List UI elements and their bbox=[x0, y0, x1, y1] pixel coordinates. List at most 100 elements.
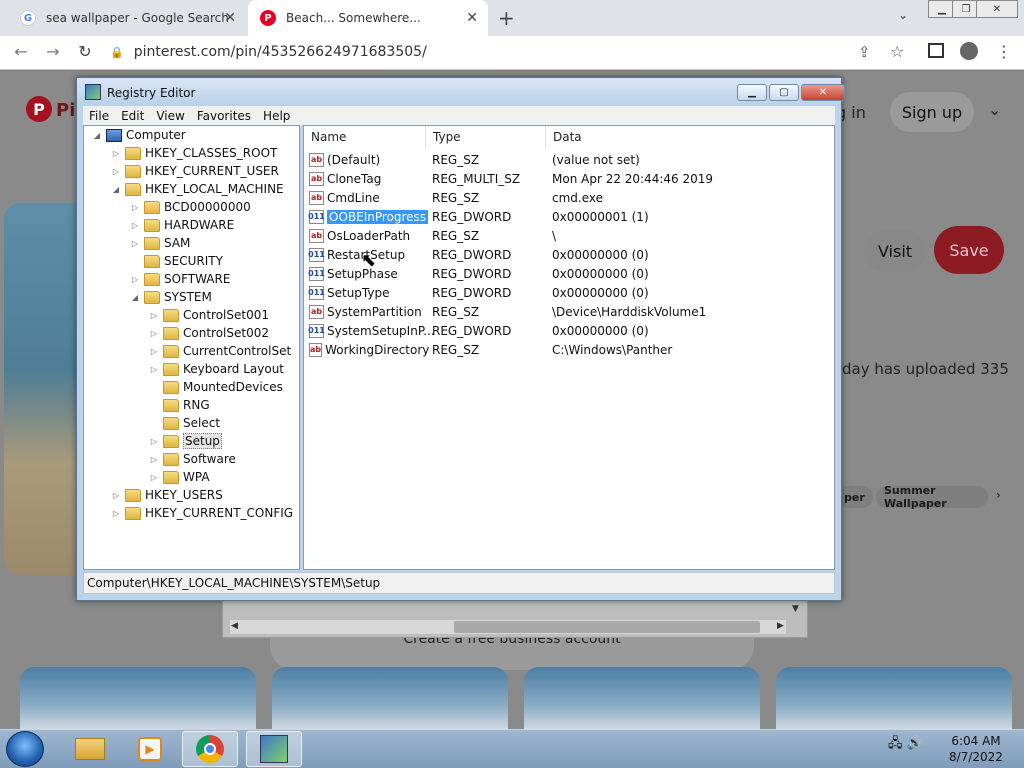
close-icon[interactable]: ✕ bbox=[224, 10, 236, 26]
value-row[interactable]: ab OsLoaderPath REG_SZ \ bbox=[304, 226, 834, 245]
close-icon[interactable]: ✕ bbox=[466, 10, 478, 26]
side-panel-icon[interactable] bbox=[928, 43, 944, 58]
tree-node[interactable]: ▷ HKEY_USERS bbox=[111, 486, 223, 504]
chevron-down-icon[interactable]: ⌄ bbox=[898, 8, 908, 22]
tree-node[interactable]: ◢ SYSTEM bbox=[130, 288, 212, 306]
tree-node[interactable]: ▷ HARDWARE bbox=[130, 216, 234, 234]
expand-icon[interactable]: ▷ bbox=[149, 437, 159, 446]
collapse-icon[interactable]: ◢ bbox=[130, 293, 140, 302]
chrome-taskbar-button[interactable] bbox=[182, 731, 238, 767]
maximize-button[interactable]: ▢ bbox=[769, 84, 799, 101]
expand-icon[interactable]: ▷ bbox=[130, 203, 140, 212]
reload-icon[interactable]: ↻ bbox=[74, 42, 96, 61]
collapse-icon[interactable]: ◢ bbox=[111, 185, 121, 194]
tree-node[interactable]: RNG bbox=[149, 396, 210, 414]
tree-node[interactable]: ▷ HKEY_CURRENT_USER bbox=[111, 162, 279, 180]
expand-icon[interactable]: ▷ bbox=[111, 167, 121, 176]
star-icon[interactable]: ☆ bbox=[890, 42, 904, 61]
expand-icon[interactable]: ▷ bbox=[111, 509, 121, 518]
tree-node[interactable]: ▷ BCD00000000 bbox=[130, 198, 251, 216]
tree-node[interactable]: ▷ Software bbox=[149, 450, 236, 468]
close-window-button[interactable]: ✕ bbox=[976, 0, 1018, 18]
expand-icon[interactable]: ▷ bbox=[149, 329, 159, 338]
explorer-taskbar-button[interactable] bbox=[62, 731, 118, 767]
tree-node[interactable]: ▷ HKEY_CURRENT_CONFIG bbox=[111, 504, 293, 522]
expand-icon[interactable]: ▷ bbox=[111, 491, 121, 500]
volume-icon[interactable]: 🔊 bbox=[907, 736, 923, 751]
column-header-name[interactable]: Name bbox=[304, 126, 426, 148]
menu-edit[interactable]: Edit bbox=[115, 109, 150, 123]
tree-node[interactable]: ▷ SOFTWARE bbox=[130, 270, 231, 288]
topic-chip[interactable]: Summer Wallpaper bbox=[876, 484, 988, 510]
related-pin-thumbnail[interactable] bbox=[776, 667, 1012, 729]
related-pin-thumbnail[interactable] bbox=[20, 667, 256, 729]
visit-button[interactable]: Visit bbox=[864, 230, 926, 272]
collapse-icon[interactable]: ◢ bbox=[92, 131, 102, 140]
expand-icon[interactable]: ▷ bbox=[149, 455, 159, 464]
expand-icon[interactable]: ▷ bbox=[149, 347, 159, 356]
values-list[interactable]: Name Type Data ab (Default) REG_SZ (value n… bbox=[303, 125, 835, 570]
column-header-type[interactable]: Type bbox=[426, 126, 546, 148]
tree-node[interactable]: ▷ Keyboard Layout bbox=[149, 360, 284, 378]
value-row[interactable]: 011 OOBEInProgress REG_DWORD 0x00000001 (1) bbox=[304, 207, 834, 226]
value-row[interactable]: ab SystemPartition REG_SZ \Device\HarddiskV… bbox=[304, 302, 834, 321]
tree-node[interactable]: ▷ Setup bbox=[149, 432, 222, 450]
new-tab-button[interactable]: + bbox=[498, 6, 515, 30]
scroll-left-icon[interactable]: ◀ bbox=[231, 621, 238, 631]
value-row[interactable]: 011 SystemSetupInP... REG_DWORD 0x00000000 … bbox=[304, 321, 834, 340]
expand-icon[interactable]: ▷ bbox=[111, 149, 121, 158]
value-row[interactable]: ab CmdLine REG_SZ cmd.exe bbox=[304, 188, 834, 207]
tree-node[interactable]: ▷ CurrentControlSet bbox=[149, 342, 291, 360]
column-header-data[interactable]: Data bbox=[546, 126, 834, 148]
clock[interactable]: 6:04 AM 8/7/2022 bbox=[936, 733, 1016, 765]
tree-node[interactable]: ▷ SAM bbox=[130, 234, 190, 252]
tree-node[interactable]: ▷ ControlSet001 bbox=[149, 306, 269, 324]
chevron-down-icon[interactable]: ⌄ bbox=[988, 100, 1001, 119]
tree-node[interactable]: ▷ WPA bbox=[149, 468, 210, 486]
dropdown-arrow-icon[interactable]: ▼ bbox=[792, 604, 799, 614]
expand-icon[interactable]: ▷ bbox=[130, 239, 140, 248]
key-tree[interactable]: ◢ Computer ▷ HKEY_CLASSES_ROOT ▷ HKEY_CURRENT… bbox=[83, 125, 300, 570]
value-row[interactable]: ab (Default) REG_SZ (value not set) bbox=[304, 150, 834, 169]
expand-icon[interactable]: ▷ bbox=[130, 275, 140, 284]
expand-icon[interactable]: ▷ bbox=[130, 221, 140, 230]
value-row[interactable]: 011 RestartSetup REG_DWORD 0x00000000 (0) bbox=[304, 245, 834, 264]
share-icon[interactable]: ⇪ bbox=[858, 43, 871, 61]
tree-node[interactable]: ◢ Computer bbox=[92, 126, 186, 144]
pinterest-logo-icon[interactable]: P bbox=[26, 96, 52, 122]
menu-icon[interactable]: ⋮ bbox=[996, 42, 1012, 61]
menu-file[interactable]: File bbox=[83, 109, 115, 123]
related-pin-thumbnail[interactable] bbox=[524, 667, 760, 729]
business-account-button[interactable]: Create a free business account bbox=[270, 636, 754, 670]
value-row[interactable]: ab CloneTag REG_MULTI_SZ Mon Apr 22 20:44:4… bbox=[304, 169, 834, 188]
expand-icon[interactable]: ▷ bbox=[149, 365, 159, 374]
address-bar[interactable]: 🔒 pinterest.com/pin/453526624971683505/ bbox=[110, 40, 910, 64]
value-row[interactable]: ab WorkingDirectory REG_SZ C:\Windows\Panth… bbox=[304, 340, 834, 359]
value-row[interactable]: 011 SetupType REG_DWORD 0x00000000 (0) bbox=[304, 283, 834, 302]
back-icon[interactable]: ← bbox=[10, 42, 32, 61]
menu-help[interactable]: Help bbox=[257, 109, 296, 123]
chevron-right-icon[interactable]: › bbox=[996, 488, 1001, 502]
tree-node[interactable]: ▷ HKEY_CLASSES_ROOT bbox=[111, 144, 277, 162]
menu-favorites[interactable]: Favorites bbox=[191, 109, 257, 123]
tree-node[interactable]: Select bbox=[149, 414, 220, 432]
tab-pinterest[interactable]: P Beach... Somewhere... ✕ bbox=[248, 0, 488, 36]
menu-view[interactable]: View bbox=[150, 109, 190, 123]
value-row[interactable]: 011 SetupPhase REG_DWORD 0x00000000 (0) bbox=[304, 264, 834, 283]
title-bar[interactable]: Registry Editor ▁ ▢ ✕ bbox=[77, 78, 845, 106]
expand-icon[interactable]: ▷ bbox=[149, 473, 159, 482]
tab-google-search[interactable]: G sea wallpaper - Google Search ✕ bbox=[8, 0, 246, 36]
tree-node[interactable]: MountedDevices bbox=[149, 378, 283, 396]
close-button[interactable]: ✕ bbox=[801, 84, 845, 101]
save-button[interactable]: Save bbox=[934, 226, 1004, 274]
forward-icon[interactable]: → bbox=[42, 42, 64, 61]
expand-icon[interactable]: ▷ bbox=[149, 311, 159, 320]
profile-icon[interactable] bbox=[960, 42, 978, 60]
start-button[interactable] bbox=[6, 731, 44, 767]
minimize-button[interactable]: ▁ bbox=[737, 84, 767, 101]
tree-node[interactable]: SECURITY bbox=[130, 252, 223, 270]
regedit-taskbar-button[interactable] bbox=[246, 731, 302, 767]
media-player-taskbar-button[interactable]: ▶ bbox=[122, 731, 178, 767]
tree-node[interactable]: ▷ ControlSet002 bbox=[149, 324, 269, 342]
network-icon[interactable]: 🖧 bbox=[888, 736, 903, 751]
